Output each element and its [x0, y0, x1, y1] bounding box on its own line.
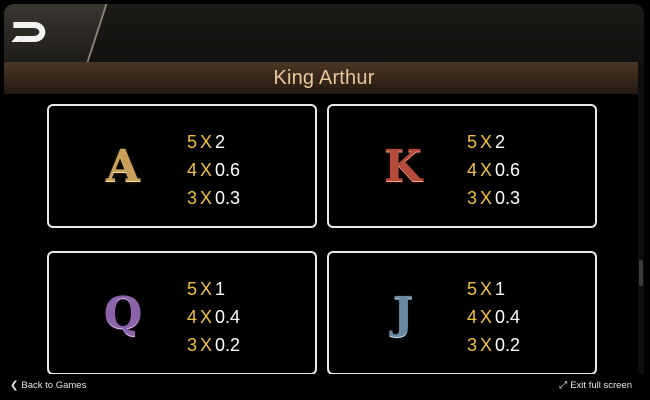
- payout-multiply-sign: X: [200, 160, 213, 180]
- payout-multiply-sign: X: [480, 307, 493, 327]
- back-to-games-link[interactable]: ❮ Back to Games: [10, 380, 86, 391]
- payout-value: 0.3: [495, 188, 521, 208]
- letter-a-symbol-icon: A: [105, 141, 141, 192]
- payout-row: 4 X 0.6: [467, 156, 577, 184]
- back-arrow-icon[interactable]: [10, 20, 48, 44]
- payout-count: 3: [467, 335, 478, 355]
- payout-value: 0.3: [215, 188, 241, 208]
- payout-multiply-sign: X: [480, 335, 493, 355]
- payout-multiply-sign: X: [480, 279, 493, 299]
- game-frame: King Arthur A 5X2 4 X 0.6 3 X 0.3 K 5X2 4 X 0.…: [4, 4, 644, 396]
- payout-row: 5X2: [187, 128, 297, 156]
- payout-multiply-sign: X: [200, 188, 213, 208]
- payout-value: 0.2: [215, 335, 241, 355]
- paytable-card-k: K 5X2 4 X 0.6 3 X 0.3: [327, 104, 597, 228]
- payout-value: 0.6: [495, 160, 521, 180]
- letter-q-symbol-icon: Q: [103, 288, 143, 339]
- payout-count: 3: [187, 335, 198, 355]
- payout-value: 0.2: [495, 335, 521, 355]
- payout-row: 5X1: [187, 275, 297, 303]
- payout-list: 5X1 4 X 0.4 3 X 0.2: [187, 275, 297, 359]
- back-button[interactable]: [4, 4, 108, 62]
- page-title: King Arthur: [273, 67, 375, 89]
- payout-count: 5: [467, 132, 478, 152]
- collapse-arrows-icon: ⤢: [559, 380, 568, 391]
- payout-multiply-sign: X: [480, 160, 493, 180]
- payout-count: 4: [187, 160, 198, 180]
- payout-row: 3 X 0.2: [187, 331, 297, 359]
- payout-value: 0.4: [495, 307, 521, 327]
- payout-row: 4 X 0.6: [187, 156, 297, 184]
- back-to-games-label: Back to Games: [21, 380, 87, 391]
- payout-row: 4 X 0.4: [187, 303, 297, 331]
- payout-value: 1: [495, 279, 506, 299]
- payout-count: 5: [187, 132, 198, 152]
- payout-multiply-sign: X: [200, 307, 213, 327]
- paytable-card-j: J 5X1 4 X 0.4 3 X 0.2: [327, 251, 597, 375]
- letter-j-symbol-icon: J: [392, 288, 414, 339]
- scrollbar-thumb[interactable]: [639, 260, 643, 286]
- chevron-left-icon: ❮: [10, 380, 19, 391]
- paytable-card-a: A 5X2 4 X 0.6 3 X 0.3: [47, 104, 317, 228]
- payout-multiply-sign: X: [200, 335, 213, 355]
- letter-k-symbol-icon: K: [383, 141, 423, 192]
- payout-count: 5: [187, 279, 198, 299]
- payout-multiply-sign: X: [480, 188, 493, 208]
- payout-row: 5X2: [467, 128, 577, 156]
- scrollbar[interactable]: [638, 62, 644, 376]
- paytable-content: A 5X2 4 X 0.6 3 X 0.3 K 5X2 4 X 0.6 3 X 0.3 Q 5X…: [4, 94, 644, 376]
- payout-row: 4 X 0.4: [467, 303, 577, 331]
- payout-list: 5X2 4 X 0.6 3 X 0.3: [187, 128, 297, 212]
- payout-row: 5X1: [467, 275, 577, 303]
- title-bar: King Arthur: [4, 62, 644, 94]
- payout-multiply-sign: X: [200, 132, 213, 152]
- payout-count: 4: [467, 160, 478, 180]
- payout-value: 2: [215, 132, 226, 152]
- paytable-card-q: Q 5X1 4 X 0.4 3 X 0.2: [47, 251, 317, 375]
- payout-count: 3: [467, 188, 478, 208]
- payout-multiply-sign: X: [480, 132, 493, 152]
- payout-value: 0.6: [215, 160, 241, 180]
- payout-list: 5X2 4 X 0.6 3 X 0.3: [467, 128, 577, 212]
- exit-fullscreen-label: Exit full screen: [570, 380, 632, 391]
- exit-fullscreen-link[interactable]: ⤢ Exit full screen: [559, 380, 632, 391]
- footer: ❮ Back to Games ⤢ Exit full screen: [0, 374, 650, 400]
- payout-row: 3 X 0.2: [467, 331, 577, 359]
- top-bar: [4, 4, 644, 62]
- payout-count: 3: [187, 188, 198, 208]
- payout-row: 3 X 0.3: [187, 184, 297, 212]
- payout-list: 5X1 4 X 0.4 3 X 0.2: [467, 275, 577, 359]
- payout-multiply-sign: X: [200, 279, 213, 299]
- payout-value: 0.4: [215, 307, 241, 327]
- payout-value: 1: [215, 279, 226, 299]
- payout-value: 2: [495, 132, 506, 152]
- payout-count: 4: [467, 307, 478, 327]
- payout-count: 4: [187, 307, 198, 327]
- payout-count: 5: [467, 279, 478, 299]
- payout-row: 3 X 0.3: [467, 184, 577, 212]
